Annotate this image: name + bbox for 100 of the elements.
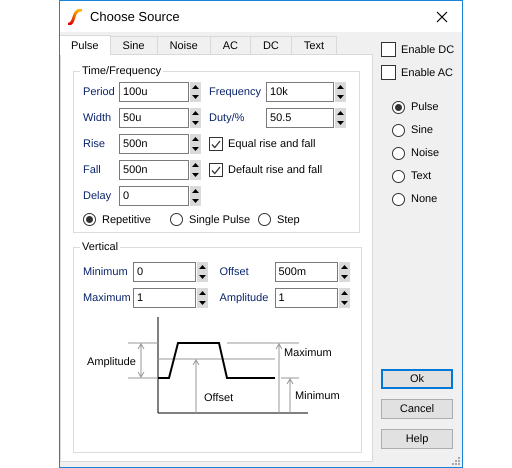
radio-label: Repetitive <box>102 214 151 226</box>
group-title: Time/Frequency <box>81 65 162 77</box>
spin-up-button[interactable] <box>190 134 201 144</box>
arrow-line <box>192 359 200 414</box>
number-field[interactable]: 50.5 <box>266 108 334 128</box>
field-label: Rise <box>83 138 106 150</box>
up-triangle-icon <box>340 265 348 269</box>
spin-up-button[interactable] <box>190 82 201 92</box>
up-triangle-icon <box>337 111 344 115</box>
field-label: Duty/% <box>209 112 246 124</box>
tab[interactable]: Text <box>290 36 338 54</box>
number-field[interactable]: 500m <box>274 262 338 282</box>
window-title: Choose Source <box>90 9 181 24</box>
checkbox-label: Enable AC <box>401 66 453 78</box>
up-triangle-icon <box>192 111 199 115</box>
dialog-button[interactable]: Ok <box>381 369 453 389</box>
radio-button[interactable] <box>392 170 405 182</box>
checkbox[interactable] <box>381 42 396 57</box>
spin-up-button[interactable] <box>190 160 201 170</box>
number-field[interactable]: 500n <box>119 134 189 154</box>
field-label: Period <box>83 86 116 98</box>
up-triangle-icon <box>337 85 344 89</box>
field-label: Frequency <box>209 86 262 98</box>
checkbox[interactable] <box>209 137 223 151</box>
dialog-button[interactable]: Help <box>381 429 453 449</box>
down-triangle-icon <box>337 121 344 125</box>
up-triangle-icon <box>199 291 206 295</box>
radio-label: Step <box>277 214 300 226</box>
spin-down-button[interactable] <box>190 144 201 154</box>
up-triangle-icon <box>192 85 199 89</box>
spin-up-button[interactable] <box>197 288 208 298</box>
radio-label: Single Pulse <box>189 214 250 226</box>
spin-down-button[interactable] <box>338 298 350 308</box>
tab[interactable]: Pulse <box>60 35 111 55</box>
down-triangle-icon <box>337 95 344 99</box>
arrow-line <box>276 343 282 414</box>
spin-down-button[interactable] <box>197 272 208 282</box>
down-triangle-icon <box>192 121 199 125</box>
checkbox[interactable] <box>381 65 396 80</box>
spin-up-button[interactable] <box>338 262 350 272</box>
spin-up-button[interactable] <box>190 108 201 118</box>
spin-down-button[interactable] <box>190 196 201 206</box>
field-label: Maximum <box>83 292 132 304</box>
number-field[interactable]: 1 <box>274 288 338 308</box>
diagram-label: Offset <box>204 392 234 404</box>
up-triangle-icon <box>340 291 348 295</box>
radio-button[interactable] <box>392 146 405 160</box>
diagram-label: Minimum <box>295 390 340 402</box>
field-label: Amplitude <box>220 292 270 304</box>
checkbox-label: Enable DC <box>401 44 454 56</box>
spin-down-button[interactable] <box>335 92 346 102</box>
number-field[interactable]: 500n <box>119 160 189 180</box>
double-arrow <box>138 343 144 378</box>
number-field[interactable]: 10k <box>266 82 334 102</box>
radio-label: None <box>411 193 438 205</box>
radio-label: Noise <box>411 147 440 159</box>
down-triangle-icon <box>199 301 206 305</box>
radio-button[interactable] <box>392 192 405 206</box>
down-triangle-icon <box>192 95 199 99</box>
radio-button[interactable] <box>83 213 96 226</box>
radio-button[interactable] <box>392 124 405 136</box>
spin-down-button[interactable] <box>190 118 201 128</box>
up-triangle-icon <box>192 189 199 193</box>
checkbox[interactable] <box>209 163 223 177</box>
group-title: Vertical <box>81 241 120 253</box>
spin-down-button[interactable] <box>190 92 201 102</box>
down-triangle-icon <box>340 275 348 279</box>
number-field[interactable]: 1 <box>133 288 196 308</box>
field-label: Minimum <box>83 266 129 278</box>
spin-up-button[interactable] <box>335 82 346 92</box>
close-icon <box>436 10 448 22</box>
field-label: Offset <box>220 266 250 278</box>
diagram-label: Maximum <box>284 347 332 359</box>
radio-button[interactable] <box>258 213 271 226</box>
spin-up-button[interactable] <box>197 262 208 272</box>
field-label: Fall <box>83 164 102 176</box>
spin-up-button[interactable] <box>338 288 350 298</box>
spin-down-button[interactable] <box>335 118 346 128</box>
spin-up-button[interactable] <box>335 108 346 118</box>
radio-button[interactable] <box>170 213 183 226</box>
up-triangle-icon <box>192 163 199 167</box>
spin-down-button[interactable] <box>190 170 201 180</box>
diagram-label: Amplitude <box>87 356 136 368</box>
number-field[interactable]: 0 <box>133 262 196 282</box>
resize-grip-icon[interactable] <box>452 457 460 465</box>
radio-label: Pulse <box>411 101 439 113</box>
radio-button[interactable] <box>392 100 405 114</box>
app-logo-icon <box>68 8 82 24</box>
number-field[interactable]: 50u <box>119 108 189 128</box>
spin-down-button[interactable] <box>338 272 350 282</box>
down-triangle-icon <box>192 147 199 151</box>
spin-up-button[interactable] <box>190 186 201 196</box>
number-field[interactable]: 100u <box>119 82 189 102</box>
field-label: Width <box>83 112 112 124</box>
arrow-line <box>286 378 294 414</box>
down-triangle-icon <box>192 173 199 177</box>
radio-label: Text <box>411 170 432 182</box>
dialog-button[interactable]: Cancel <box>381 399 453 419</box>
spin-down-button[interactable] <box>197 298 208 308</box>
number-field[interactable]: 0 <box>119 186 189 206</box>
